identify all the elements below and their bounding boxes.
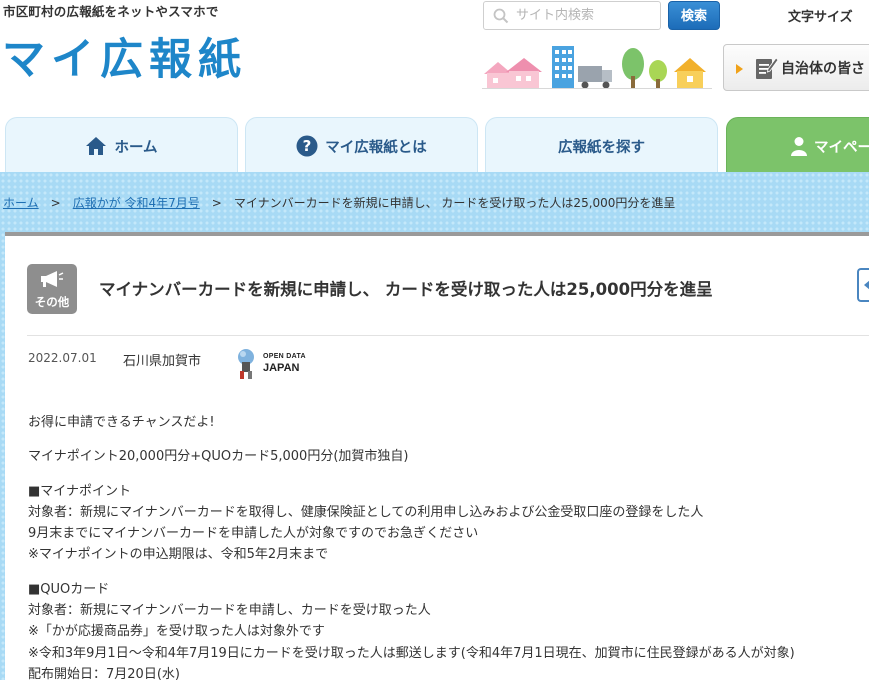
arrow-right-icon: [736, 64, 743, 74]
odj-badge-line2: JAPAN: [263, 362, 300, 374]
article-title: マイナンバーカードを新規に申請し、 カードを受け取った人は25,000円分を進呈: [99, 280, 713, 299]
body-line: ■QUOカード: [28, 581, 110, 597]
body-line: 9月末までにマイナンバーカードを申請した人が対象ですのでお急ぎください: [28, 526, 479, 542]
megaphone-icon: [41, 271, 64, 287]
main-nav: ホーム ? マイ広報紙とは 広報紙を探す マイペー: [0, 112, 869, 174]
site-tagline: 市区町村の広報紙をネットやスマホで: [3, 4, 219, 19]
breadcrumb-current: マイナンバーカードを新規に申請し、 カードを受け取った人は25,000円分を進呈: [233, 196, 676, 210]
tab-find-newsletter[interactable]: 広報紙を探す: [485, 117, 718, 174]
body-line: お得に申請できるチャンスだよ!: [28, 415, 215, 430]
person-icon: [791, 137, 807, 156]
body-line: ■マイナポイント: [28, 483, 132, 499]
municipality-button-label: 自治体の皆さ: [781, 61, 865, 77]
body-line: ※「かが応援商品券」を受け取った人は対象外です: [28, 624, 325, 640]
tab-about-label: マイ広報紙とは: [325, 139, 427, 156]
article-date: 2022.07.01: [28, 351, 97, 365]
breadcrumb-issue-link[interactable]: 広報かが 令和4年7月号: [73, 196, 200, 210]
body-line: マイナポイント20,000円分+QUOカード5,000円分(加賀市独自): [28, 449, 409, 465]
body-line: ※マイナポイントの申込期限は、令和5年2月末まで: [28, 547, 329, 563]
odj-badge-line1: OPEN DATA: [263, 353, 306, 360]
search-box: [483, 1, 661, 30]
municipality-button[interactable]: 自治体の皆さ: [723, 44, 869, 91]
tab-mypage[interactable]: マイペー: [726, 117, 869, 174]
article-city: 石川県加賀市: [123, 354, 202, 369]
breadcrumb-separator: >: [211, 196, 222, 210]
tab-about[interactable]: ? マイ広報紙とは: [245, 117, 478, 174]
tab-find-newsletter-label: 広報紙を探す: [558, 139, 645, 156]
article-body: お得に申請できるチャンスだよ! マイナポイント20,000円分+QUOカード5,…: [28, 412, 868, 680]
site-header: 市区町村の広報紙をネットやスマホで マイ広報紙 検索 文字サイズ: [0, 0, 869, 112]
search-input[interactable]: [516, 2, 656, 29]
site-logo[interactable]: マイ広報紙: [2, 34, 247, 86]
search-icon: [493, 8, 509, 24]
breadcrumb-separator: >: [50, 196, 61, 210]
breadcrumb: ホーム > 広報かが 令和4年7月号 > マイナンバーカードを新規に申請し、 カードを受…: [3, 194, 675, 211]
tab-home-label: ホーム: [114, 139, 158, 156]
body-line: ※令和3年9月1日～令和4年7月19日にカードを受け取った人は郵送します(令和4…: [28, 645, 795, 661]
category-label: その他: [34, 295, 70, 309]
tab-home[interactable]: ホーム: [5, 117, 238, 174]
town-illustration: [482, 46, 712, 89]
article-card: その他 マイナンバーカードを新規に申請し、 カードを受け取った人は25,000円…: [5, 232, 869, 680]
breadcrumb-home-link[interactable]: ホーム: [3, 196, 39, 210]
tab-mypage-label: マイペー: [814, 139, 869, 156]
font-size-label: 文字サイズ: [788, 10, 853, 25]
search-button[interactable]: 検索: [668, 1, 720, 30]
document-pen-icon: [756, 57, 778, 79]
body-line: 対象者：新規にマイナンバーカードを取得し、健康保険証としての利用申し込みおよび公…: [28, 504, 704, 520]
chevron-left-icon: [864, 280, 869, 290]
svg-text:?: ?: [303, 137, 312, 155]
category-badge: その他: [27, 264, 77, 314]
title-divider: [27, 335, 869, 336]
home-icon: [86, 137, 107, 155]
body-line: 配布開始日：7月20日(水): [28, 666, 180, 680]
side-panel-toggle[interactable]: [857, 268, 869, 302]
question-icon: ?: [296, 135, 318, 157]
body-line: 対象者：新規にマイナンバーカードを申請し、カードを受け取った人: [28, 603, 431, 619]
